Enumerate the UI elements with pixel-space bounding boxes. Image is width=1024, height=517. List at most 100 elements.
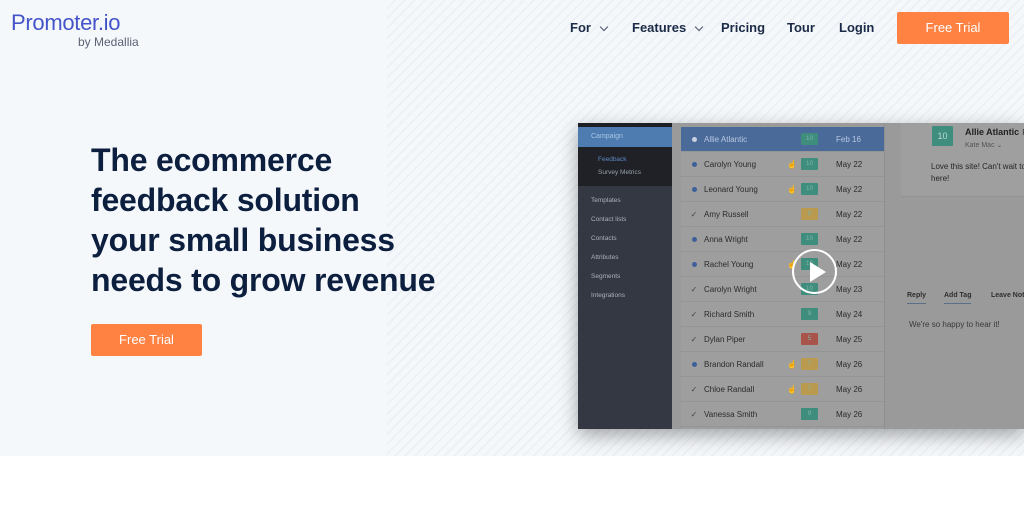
followup-hand-icon: ☝ — [787, 360, 797, 369]
followup-hand-icon: ☝ — [787, 185, 797, 194]
hero-free-trial-button[interactable]: Free Trial — [91, 324, 202, 356]
sidebar-subitem-survey-metrics: Survey Metrics — [598, 169, 641, 176]
tab-add-tag: Add Tag — [944, 292, 972, 304]
response-date: May 25 — [836, 335, 863, 344]
response-name: Chloe Randall — [704, 385, 755, 394]
sidebar-item-contacts: Contacts — [591, 235, 617, 242]
hero-section: Promoter.io by Medallia For Features Pri… — [0, 0, 1024, 456]
sidebar-item-templates: Templates — [591, 197, 621, 204]
sidebar-item-contact-lists: Contact lists — [591, 216, 627, 223]
response-name: Carolyn Young — [704, 160, 757, 169]
unread-dot-icon — [690, 252, 698, 277]
unread-dot-icon — [690, 127, 698, 152]
followup-hand-icon: ☝ — [787, 160, 797, 169]
score-badge: 10 — [801, 133, 818, 145]
response-date: May 22 — [836, 160, 863, 169]
nav-features[interactable]: Features — [632, 12, 704, 44]
nav-features-label: Features — [632, 20, 687, 35]
response-name: Vanessa Smith — [704, 410, 758, 419]
response-name: Amy Russell — [704, 210, 749, 219]
sidebar-subitem-feedback: Feedback — [598, 156, 627, 163]
detail-score-badge: 10 — [932, 126, 953, 146]
response-date: May 22 — [836, 185, 863, 194]
dot-icon — [691, 162, 697, 167]
unread-dot-icon — [690, 227, 698, 252]
response-row: Allie Atlantic 10 Feb 16 — [681, 127, 884, 152]
dot-icon — [691, 262, 697, 267]
response-name: Brandon Randall — [704, 360, 764, 369]
headline-line: The ecommerce — [91, 142, 333, 178]
check-icon: ✓ — [690, 335, 698, 344]
sidebar-item-campaign: Campaign — [578, 127, 672, 147]
response-name: Rachel Young — [704, 260, 754, 269]
tab-leave-note: Leave Note — [991, 292, 1024, 299]
dot-icon — [691, 237, 697, 242]
score-badge: 7 — [801, 358, 818, 370]
unread-dot-icon — [690, 352, 698, 377]
response-row: ✓ Amy Russell 8 May 22 — [681, 202, 884, 227]
nav-free-trial-button[interactable]: Free Trial — [897, 12, 1009, 44]
check-icon: ✓ — [690, 410, 698, 419]
nav-login[interactable]: Login — [839, 12, 874, 44]
app-sidebar: Campaign Feedback Survey Metrics Templat… — [578, 123, 672, 429]
check-icon: ✓ — [690, 285, 698, 294]
response-row: Carolyn Young ☝ 10 May 22 — [681, 152, 884, 177]
sidebar-item-attributes: Attributes — [591, 254, 619, 261]
app-preview-video[interactable]: Campaign Feedback Survey Metrics Templat… — [578, 123, 1024, 429]
response-row: ✓ Carolyn Wright 10 May 23 — [681, 277, 884, 302]
nav-pricing[interactable]: Pricing — [721, 12, 765, 44]
response-row: Anna Wright 10 May 22 — [681, 227, 884, 252]
score-badge: 7 — [801, 383, 818, 395]
response-date: May 24 — [836, 310, 863, 319]
response-name: Anna Wright — [704, 235, 748, 244]
chevron-down-icon — [599, 22, 609, 31]
response-row: ✓ Dylan Piper 5 May 25 — [681, 327, 884, 352]
play-button[interactable] — [792, 249, 837, 294]
score-badge: 8 — [801, 208, 818, 220]
detail-message: Love this site! Can't wait to shop here! — [931, 162, 1024, 183]
response-date: May 26 — [836, 385, 863, 394]
score-badge: 9 — [801, 408, 818, 420]
headline-line: your small business — [91, 222, 395, 258]
response-name: Dylan Piper — [704, 335, 746, 344]
response-date: May 22 — [836, 235, 863, 244]
tab-reply: Reply — [907, 292, 927, 304]
nav-tour-label: Tour — [787, 20, 815, 35]
sidebar-item-segments: Segments — [591, 273, 621, 280]
response-row: Leonard Young ☝ 10 May 22 — [681, 177, 884, 202]
top-nav: For Features Pricing Tour Login Free Tri… — [0, 12, 1024, 44]
response-name: Richard Smith — [704, 310, 755, 319]
dot-icon — [691, 187, 697, 192]
response-row: ✓ Richard Smith 9 May 24 — [681, 302, 884, 327]
response-row: Rachel Young ☝ 10 May 22 — [681, 252, 884, 277]
response-date: Feb 16 — [836, 135, 861, 144]
unread-dot-icon — [690, 152, 698, 177]
response-date: May 26 — [836, 360, 863, 369]
hero-headline: The ecommerce feedback solution your sma… — [91, 140, 436, 300]
response-row: ✓ Vanessa Smith 9 May 26 — [681, 402, 884, 427]
detail-name: Allie AtlanticFeb — [965, 127, 1024, 137]
nav-login-label: Login — [839, 20, 875, 35]
response-date: May 23 — [836, 285, 863, 294]
nav-pricing-label: Pricing — [721, 20, 766, 35]
chevron-down-icon — [694, 22, 704, 31]
headline-line: feedback solution — [91, 182, 360, 218]
response-detail: 10 Allie AtlanticFeb Kate Mac ⌄ Love thi… — [884, 123, 1024, 429]
followup-hand-icon: ☝ — [787, 385, 797, 394]
score-badge: 5 — [801, 333, 818, 345]
unread-dot-icon — [690, 177, 698, 202]
check-icon: ✓ — [690, 310, 698, 319]
response-date: May 22 — [836, 260, 863, 269]
nav-tour[interactable]: Tour — [787, 12, 815, 44]
response-date: May 26 — [836, 410, 863, 419]
response-list: Allie Atlantic 10 Feb 16 Carolyn Young ☝ 10 Ma… — [681, 127, 884, 429]
nav-for[interactable]: For — [570, 12, 609, 44]
dot-icon — [691, 362, 697, 367]
response-name: Allie Atlantic — [704, 135, 748, 144]
check-icon: ✓ — [690, 210, 698, 219]
nav-for-label: For — [570, 20, 591, 35]
headline-line: needs to grow revenue — [91, 262, 436, 298]
detail-name-text: Allie Atlantic — [965, 127, 1020, 137]
response-date: May 22 — [836, 210, 863, 219]
sidebar-item-integrations: Integrations — [591, 292, 625, 299]
